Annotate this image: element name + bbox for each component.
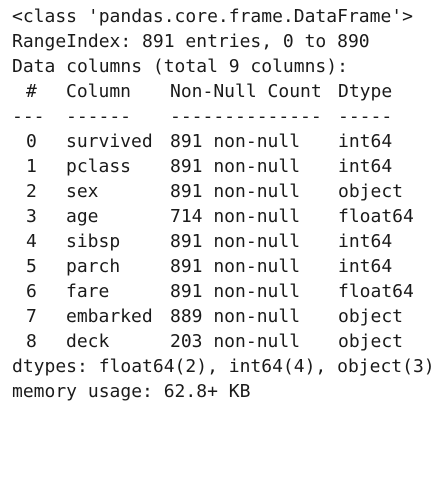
table-row: 4 sibsp 891 non-null int64 bbox=[12, 229, 392, 254]
dataframe-info-output: <class 'pandas.core.frame.DataFrame'> Ra… bbox=[0, 0, 439, 415]
row-count: 891 non-null bbox=[170, 156, 301, 177]
row-dtype: float64 bbox=[338, 206, 414, 227]
row-index: 5 bbox=[26, 256, 37, 277]
row-count: 891 non-null bbox=[170, 256, 301, 277]
table-row: 0 survived 891 non-null int64 bbox=[12, 129, 392, 154]
table-row: 1 pclass 891 non-null int64 bbox=[12, 154, 392, 179]
row-column: sex bbox=[66, 181, 99, 202]
row-dtype: float64 bbox=[338, 281, 414, 302]
memory-usage-line: memory usage: 62.8+ KB bbox=[12, 381, 251, 402]
row-dtype: object bbox=[338, 306, 404, 327]
row-index: 7 bbox=[26, 306, 37, 327]
range-index-line: RangeIndex: 891 entries, 0 to 890 bbox=[12, 31, 370, 52]
row-dtype: object bbox=[338, 181, 404, 202]
row-column: survived bbox=[66, 131, 153, 152]
table-row: 7 embarked 889 non-null object bbox=[12, 304, 403, 329]
row-index: 8 bbox=[26, 331, 37, 352]
header-dtype: Dtype bbox=[338, 81, 393, 102]
row-count: 891 non-null bbox=[170, 281, 301, 302]
row-dtype: int64 bbox=[338, 131, 393, 152]
row-column: pclass bbox=[66, 156, 132, 177]
row-index: 1 bbox=[26, 156, 37, 177]
row-count: 889 non-null bbox=[170, 306, 301, 327]
header-index: # bbox=[26, 81, 37, 102]
row-count: 891 non-null bbox=[170, 131, 301, 152]
separator-dtype: ----- bbox=[338, 106, 393, 127]
row-count: 203 non-null bbox=[170, 331, 301, 352]
row-dtype: int64 bbox=[338, 156, 393, 177]
row-index: 4 bbox=[26, 231, 37, 252]
row-dtype: int64 bbox=[338, 256, 393, 277]
separator-column: ------ bbox=[66, 106, 132, 127]
row-count: 714 non-null bbox=[170, 206, 301, 227]
row-column: sibsp bbox=[66, 231, 121, 252]
row-column: age bbox=[66, 206, 99, 227]
row-dtype: int64 bbox=[338, 231, 393, 252]
table-row: 2 sex 891 non-null object bbox=[12, 179, 403, 204]
row-index: 2 bbox=[26, 181, 37, 202]
header-count: Non-Null Count bbox=[170, 81, 322, 102]
row-column: embarked bbox=[66, 306, 153, 327]
header-column: Column bbox=[66, 81, 132, 102]
table-row: 6 fare 891 non-null float64 bbox=[12, 279, 414, 304]
row-index: 0 bbox=[26, 131, 37, 152]
row-count: 891 non-null bbox=[170, 231, 301, 252]
separator-index: --- bbox=[12, 106, 45, 127]
table-row: 3 age 714 non-null float64 bbox=[12, 204, 414, 229]
table-row: 8 deck 203 non-null object bbox=[12, 329, 403, 354]
row-column: deck bbox=[66, 331, 110, 352]
table-row: 5 parch 891 non-null int64 bbox=[12, 254, 392, 279]
row-column: fare bbox=[66, 281, 110, 302]
row-column: parch bbox=[66, 256, 121, 277]
row-index: 6 bbox=[26, 281, 37, 302]
separator-count: -------------- bbox=[170, 106, 322, 127]
row-count: 891 non-null bbox=[170, 181, 301, 202]
data-columns-line: Data columns (total 9 columns): bbox=[12, 56, 348, 77]
row-index: 3 bbox=[26, 206, 37, 227]
table-header: # Column Non-Null Count Dtype bbox=[12, 79, 392, 104]
class-line: <class 'pandas.core.frame.DataFrame'> bbox=[12, 6, 413, 27]
dtypes-line: dtypes: float64(2), int64(4), object(3) bbox=[12, 356, 435, 377]
table-separator: --- ------ -------------- ----- bbox=[12, 104, 392, 129]
row-dtype: object bbox=[338, 331, 404, 352]
